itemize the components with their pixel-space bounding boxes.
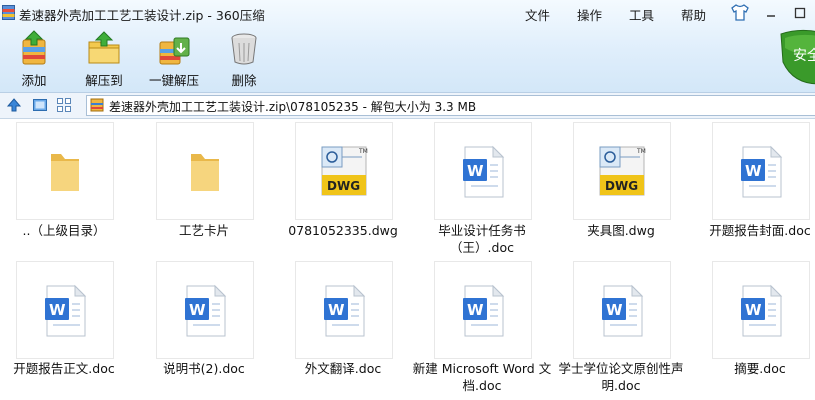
file-name[interactable]: 开题报告正文.doc [0,360,134,377]
svg-text:TM: TM [636,148,646,155]
dwg-file-icon: TM DWG [599,146,646,196]
delete-button[interactable]: 删除 [214,30,274,90]
svg-text:W: W [328,301,345,319]
file-grid: ..（上级目录） 工艺卡片 TM DWG 0781052335.dwg W 毕业设计任务书（… [0,118,815,400]
file-name[interactable]: 外文翻译.doc [273,360,413,377]
minimize-icon[interactable] [764,6,778,20]
file-name[interactable]: 0781052335.dwg [273,222,413,239]
folder-icon [51,154,79,191]
file-name[interactable]: 新建 Microsoft Word 文档.doc [412,360,552,394]
file-name[interactable]: 说明书(2).doc [134,360,274,377]
word-doc-icon: W [602,284,644,337]
shield-icon: 安全 [780,29,815,85]
folder-icon [191,154,219,191]
add-button[interactable]: 添加 [4,30,64,90]
file-tile[interactable]: W [573,261,671,359]
svg-text:DWG: DWG [327,179,360,193]
word-doc-icon: W [185,284,227,337]
one-click-extract-label: 一键解压 [148,73,199,88]
file-tile[interactable]: W [434,122,532,220]
extract-to-label: 解压到 [85,73,123,88]
file-tile[interactable] [16,122,114,220]
file-name[interactable]: 夹具图.dwg [551,222,691,239]
svg-text:TM: TM [358,148,368,155]
address-bar: 差速器外壳加工工艺工装设计.zip\078105235 - 解包大小为 3.3 … [0,92,815,119]
extract-folder-icon [88,31,120,64]
list-view-icon[interactable] [32,97,48,113]
svg-text:W: W [189,301,206,319]
one-click-extract-icon [159,37,190,65]
file-name[interactable]: 工艺卡片 [134,222,274,239]
security-shield[interactable]: 安全 [779,26,815,90]
trash-bin-icon [231,33,257,65]
menu-file[interactable]: 文件 [525,5,550,24]
word-doc-icon: W [45,284,87,337]
svg-text:W: W [745,162,762,180]
menu-help[interactable]: 帮助 [681,5,706,24]
file-tile[interactable]: W [295,261,393,359]
up-arrow-icon[interactable] [6,97,22,113]
maximize-icon[interactable] [793,6,807,20]
svg-text:DWG: DWG [605,179,638,193]
svg-text:W: W [606,301,623,319]
one-click-extract-button[interactable]: 一键解压 [144,30,204,90]
menu-operate[interactable]: 操作 [577,5,602,24]
window-title: 差速器外壳加工工艺工装设计.zip - 360压缩 [19,8,265,23]
file-tile[interactable] [156,122,254,220]
word-doc-icon: W [463,284,505,337]
thumbnail-view-icon[interactable] [56,97,72,113]
window-chrome: 差速器外壳加工工艺工装设计.zip - 360压缩 文件 操作 工具 帮助 添加 [0,0,815,92]
file-name[interactable]: ..（上级目录） [0,222,134,239]
svg-text:W: W [467,301,484,319]
add-archive-icon [22,30,46,65]
word-doc-icon: W [324,284,366,337]
svg-text:W: W [745,301,762,319]
address-path-field[interactable]: 差速器外壳加工工艺工装设计.zip\078105235 - 解包大小为 3.3 … [86,95,815,116]
file-name[interactable]: 摘要.doc [690,360,815,377]
skin-shirt-icon[interactable] [731,4,749,21]
word-doc-icon: W [741,145,783,198]
zip-file-icon [90,98,104,112]
file-tile[interactable]: W [156,261,254,359]
file-tile[interactable]: W [16,261,114,359]
file-tile[interactable]: W [712,122,810,220]
file-tile[interactable]: W [434,261,532,359]
title-bar: 差速器外壳加工工艺工装设计.zip - 360压缩 文件 操作 工具 帮助 [0,0,815,26]
menu-tools[interactable]: 工具 [629,5,654,24]
file-tile[interactable]: TM DWG [295,122,393,220]
file-name[interactable]: 学士学位论文原创性声明.doc [551,360,691,394]
svg-text:W: W [467,162,484,180]
file-name[interactable]: 毕业设计任务书（王）.doc [412,222,552,256]
word-doc-icon: W [741,284,783,337]
file-tile[interactable]: TM DWG [573,122,671,220]
file-name[interactable]: 开题报告封面.doc [690,222,815,239]
file-tile[interactable]: W [712,261,810,359]
add-label: 添加 [21,73,47,88]
word-doc-icon: W [463,145,505,198]
dwg-file-icon: TM DWG [321,146,368,196]
security-label: 安全 [793,47,815,64]
zip-app-icon [2,5,15,20]
delete-label: 删除 [231,73,257,88]
svg-text:W: W [49,301,66,319]
address-path: 差速器外壳加工工艺工装设计.zip\078105235 - 解包大小为 3.3 … [109,100,477,114]
extract-to-button[interactable]: 解压到 [74,30,134,90]
